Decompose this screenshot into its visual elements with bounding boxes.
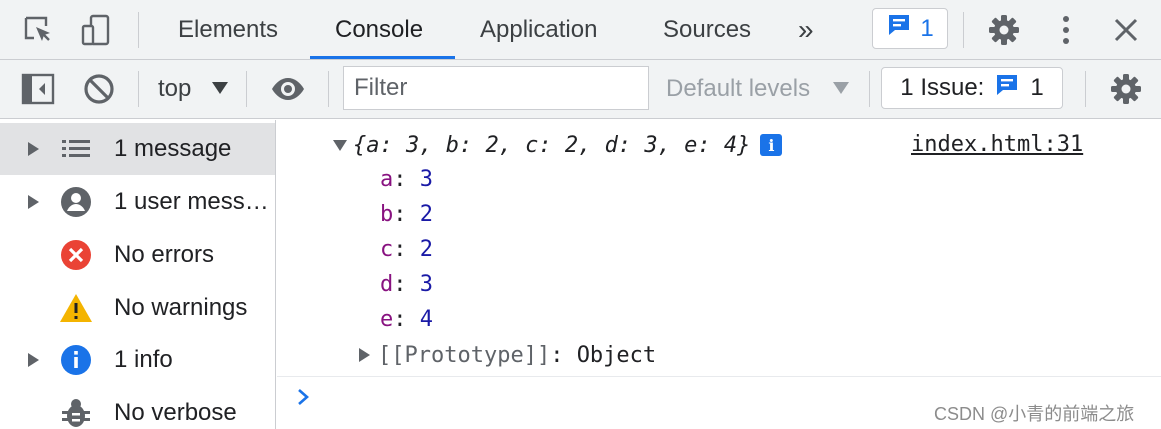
sidebar-item-label: No errors (114, 241, 215, 268)
sidebar-item-label: 1 user messages (114, 188, 272, 215)
console-prompt-chevron-icon[interactable] (295, 382, 317, 412)
issues-button[interactable]: 1 Issue: 1 (881, 67, 1063, 109)
sidebar-item-messages[interactable]: 1 message (0, 123, 275, 175)
expand-arrow-icon[interactable] (28, 195, 39, 209)
warning-icon (58, 290, 94, 326)
eye-icon[interactable] (270, 71, 306, 107)
sidebar-item-warnings[interactable]: No warnings (0, 282, 275, 334)
device-toolbar-icon[interactable] (78, 12, 114, 48)
sidebar-item-info[interactable]: 1 info (0, 334, 275, 386)
prototype-row[interactable]: [[Prototype]]: Object (359, 340, 656, 370)
sidebar-item-label: 1 message (114, 135, 232, 162)
property-value: 2 (419, 237, 433, 262)
user-icon (58, 184, 94, 220)
console-divider (277, 376, 1161, 377)
toolbar-divider (1085, 71, 1086, 107)
console-sidebar: 1 message 1 user messages No errors (0, 120, 276, 429)
prototype-value: Object (576, 342, 657, 368)
info-badge-icon[interactable]: i (760, 134, 783, 156)
issues-label: 1 Issue: (900, 74, 985, 101)
console-settings-gear-icon[interactable] (1108, 71, 1144, 107)
tab-application[interactable]: Application (472, 0, 605, 59)
error-icon (58, 237, 94, 273)
active-tab-indicator (310, 56, 455, 59)
object-property[interactable]: a: 3 (380, 165, 433, 195)
console-toolbar: top Default levels 1 Issue: 1 (0, 60, 1161, 119)
sidebar-item-errors[interactable]: No errors (0, 229, 275, 281)
object-property[interactable]: c: 2 (380, 235, 433, 265)
property-key: a (380, 167, 394, 192)
property-key: e (380, 307, 394, 332)
toolbar-divider (138, 71, 139, 107)
messages-count-button[interactable]: 1 (872, 8, 948, 49)
chevron-down-icon[interactable] (212, 82, 228, 94)
property-value: 3 (419, 167, 433, 192)
sidebar-item-user-messages[interactable]: 1 user messages (0, 176, 275, 228)
property-key: b (380, 202, 394, 227)
toolbar-divider (246, 71, 247, 107)
console-output: {a: 3, b: 2, c: 2, d: 3, e: 4} i index.h… (277, 120, 1161, 429)
watermark: CSDN @小青的前端之旅 (934, 404, 1135, 424)
sidebar-item-label: No verbose (114, 399, 237, 426)
sidebar-item-verbose[interactable]: No verbose (0, 387, 275, 429)
prototype-key: [[Prototype]] (378, 342, 551, 368)
toolbar-divider (138, 12, 139, 48)
logged-object-row[interactable]: {a: 3, b: 2, c: 2, d: 3, e: 4} i (333, 130, 783, 160)
more-tabs-chevron-icon[interactable]: » (790, 0, 822, 59)
sidebar-item-label: No warnings (114, 294, 248, 321)
messages-count: 1 (920, 14, 934, 42)
toolbar-divider (963, 12, 964, 48)
sidebar-item-label: 1 info (114, 346, 173, 373)
close-icon[interactable] (1108, 12, 1144, 48)
chevron-down-icon[interactable] (833, 82, 849, 94)
collapse-arrow-icon[interactable] (333, 139, 347, 151)
filter-input[interactable] (343, 66, 649, 110)
toolbar-divider (328, 71, 329, 107)
tab-sources[interactable]: Sources (655, 0, 759, 59)
object-property[interactable]: e: 4 (380, 305, 433, 335)
sidebar-toggle-icon[interactable] (20, 71, 56, 107)
property-value: 4 (419, 307, 433, 332)
toolbar-divider (869, 71, 870, 107)
devtools-tab-bar: Elements Console Application Sources » 1 (0, 0, 1161, 60)
source-link[interactable]: index.html:31 (911, 130, 1083, 160)
object-property[interactable]: b: 2 (380, 200, 433, 230)
clear-console-icon[interactable] (81, 71, 117, 107)
settings-gear-icon[interactable] (986, 12, 1022, 48)
tab-elements[interactable]: Elements (170, 0, 286, 59)
message-bubble-icon (994, 72, 1020, 105)
property-key: c (380, 237, 394, 262)
expand-arrow-icon[interactable] (359, 348, 370, 362)
log-levels-dropdown[interactable]: Default levels (666, 60, 810, 118)
bug-icon (58, 395, 94, 429)
more-vertical-icon[interactable] (1048, 12, 1084, 48)
message-bubble-icon (886, 12, 912, 45)
tab-console[interactable]: Console (327, 0, 431, 59)
property-value: 2 (419, 202, 433, 227)
inspect-element-icon[interactable] (20, 12, 56, 48)
object-property[interactable]: d: 3 (380, 270, 433, 300)
context-selector[interactable]: top (158, 60, 191, 118)
issues-count: 1 (1030, 74, 1044, 101)
object-preview[interactable]: {a: 3, b: 2, c: 2, d: 3, e: 4} (353, 133, 750, 158)
property-value: 3 (419, 272, 433, 297)
expand-arrow-icon[interactable] (28, 353, 39, 367)
property-key: d (380, 272, 394, 297)
info-icon (58, 342, 94, 378)
list-icon (58, 131, 94, 167)
expand-arrow-icon[interactable] (28, 142, 39, 156)
